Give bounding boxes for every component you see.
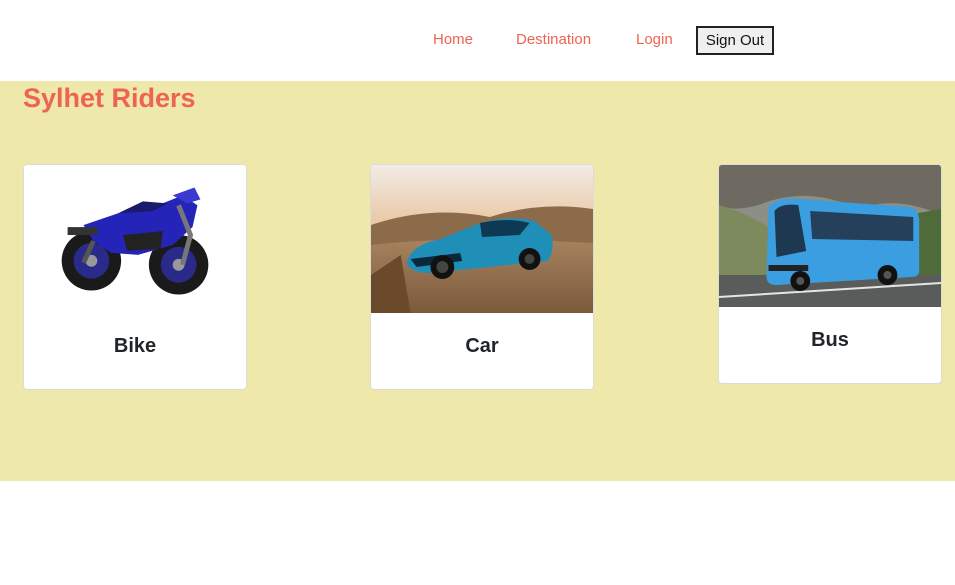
- motorcycle-photo-icon: [24, 165, 246, 313]
- bike-image: [24, 165, 246, 313]
- card-title-car: Car: [465, 335, 499, 357]
- sign-out-button[interactable]: Sign Out: [696, 26, 774, 55]
- hero-section: Sylhet Riders Bike Car Bus: [0, 81, 955, 481]
- vehicle-card-bike[interactable]: Bike: [23, 164, 247, 390]
- nav-link-login[interactable]: Login: [636, 31, 673, 48]
- nav-link-destination[interactable]: Destination: [516, 31, 591, 48]
- bus-photo-icon: [719, 165, 941, 307]
- card-title-bike: Bike: [113, 335, 157, 357]
- vehicle-card-car[interactable]: Car: [370, 164, 594, 390]
- bus-image: [719, 165, 941, 307]
- vehicle-card-bus[interactable]: Bus: [718, 164, 942, 384]
- car-image: [371, 165, 593, 313]
- nav-link-home[interactable]: Home: [433, 31, 473, 48]
- card-title-bus: Bus: [811, 329, 849, 351]
- brand-title: Sylhet Riders: [23, 83, 196, 113]
- sports-car-photo-icon: [371, 165, 593, 313]
- navbar: Home Destination Login Sign Out: [0, 0, 955, 81]
